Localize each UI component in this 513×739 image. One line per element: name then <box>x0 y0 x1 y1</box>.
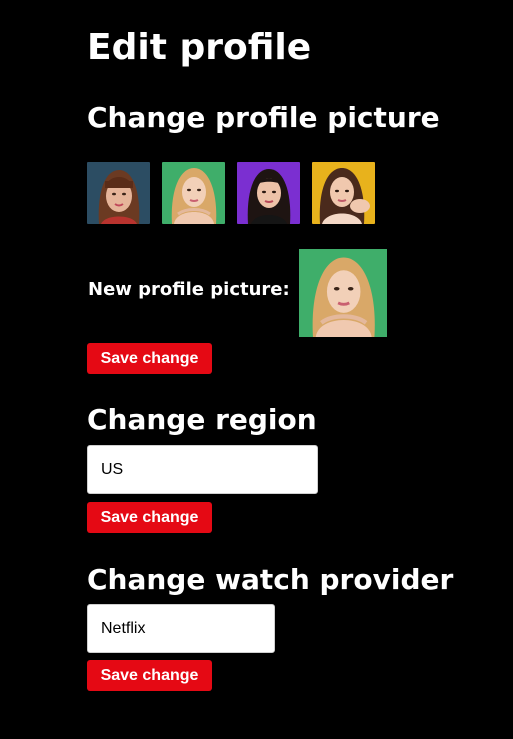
avatar-portrait-4 <box>312 162 375 224</box>
avatar-portrait-3 <box>237 162 300 224</box>
save-watch-provider-button[interactable]: Save change <box>87 660 212 691</box>
watch-provider-heading: Change watch provider <box>87 563 454 596</box>
page-title: Edit profile <box>87 27 312 68</box>
avatar-option-4[interactable] <box>312 162 375 224</box>
new-profile-picture-preview <box>299 249 387 337</box>
avatar-portrait-2 <box>162 162 225 224</box>
save-region-button[interactable]: Save change <box>87 502 212 533</box>
avatar-option-2[interactable] <box>162 162 225 224</box>
avatar-portrait-1 <box>87 162 150 224</box>
profile-picture-heading: Change profile picture <box>87 101 440 134</box>
region-input[interactable] <box>87 445 318 494</box>
preview-portrait <box>299 249 387 337</box>
region-heading: Change region <box>87 403 317 436</box>
avatar-option-3[interactable] <box>237 162 300 224</box>
watch-provider-input[interactable] <box>87 604 275 653</box>
avatar-option-1[interactable] <box>87 162 150 224</box>
new-profile-picture-label: New profile picture: <box>88 279 290 300</box>
save-profile-picture-button[interactable]: Save change <box>87 343 212 374</box>
